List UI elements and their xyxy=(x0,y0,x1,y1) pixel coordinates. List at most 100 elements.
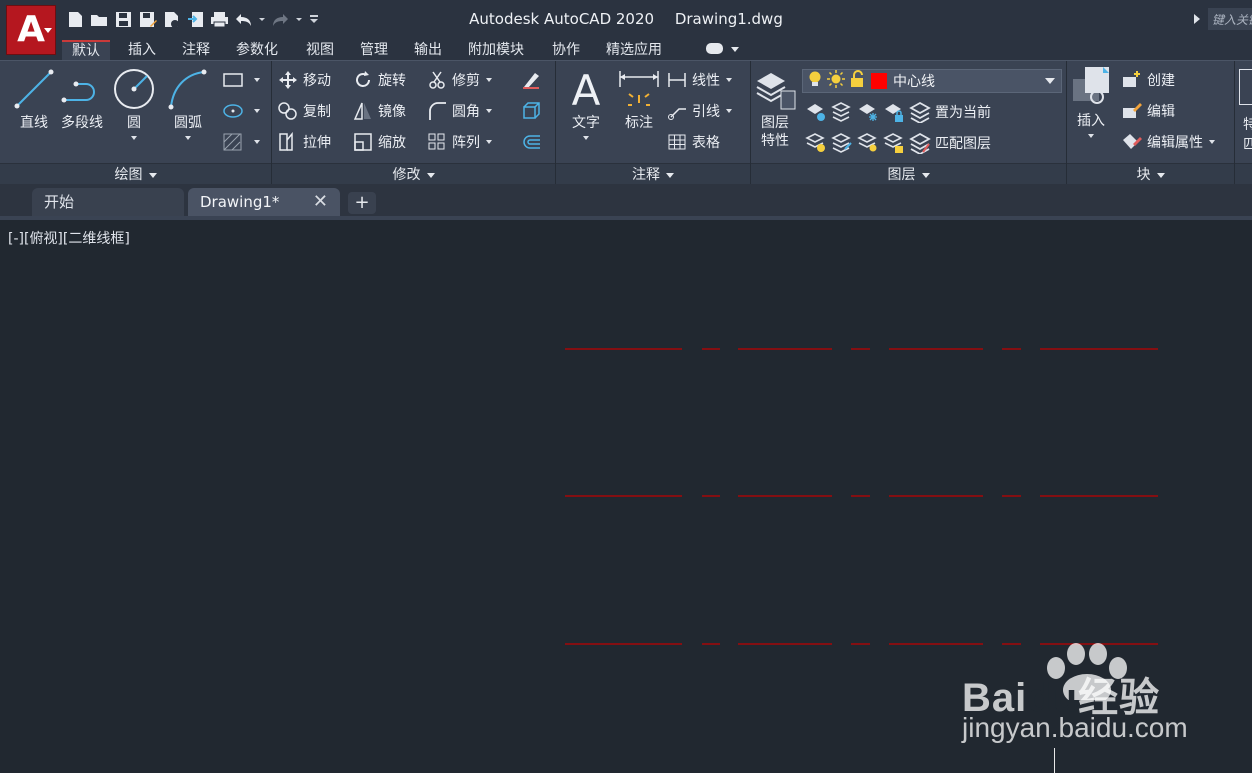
chevron-down-icon[interactable] xyxy=(731,47,739,52)
set-current-icon[interactable] xyxy=(909,101,931,123)
layer-lock-icon[interactable] xyxy=(883,101,905,123)
trim-button[interactable]: 修剪 xyxy=(426,69,492,91)
set-current-label[interactable]: 置为当前 xyxy=(935,102,991,122)
panel-title-layers[interactable]: 图层 xyxy=(751,163,1066,185)
edit-attributes-icon xyxy=(1121,131,1143,153)
circle-icon xyxy=(112,67,156,111)
array-button[interactable]: 阵列 xyxy=(426,131,492,153)
match-layer-icon[interactable] xyxy=(909,132,931,154)
tab-drawing1-label: Drawing1* xyxy=(200,193,280,211)
rectangle-button[interactable] xyxy=(222,69,260,91)
close-icon[interactable]: ✕ xyxy=(313,188,328,216)
line-button[interactable]: 直线 xyxy=(12,67,56,132)
hatch-icon xyxy=(222,131,244,153)
insert-block-button[interactable]: 插入 xyxy=(1069,65,1113,138)
mirror-button[interactable]: 镜像 xyxy=(352,100,406,122)
tab-annotate[interactable]: 注释 xyxy=(172,40,220,60)
expand-arrow-icon[interactable] xyxy=(1194,14,1200,24)
tab-insert[interactable]: 插入 xyxy=(118,40,166,60)
erase-button[interactable] xyxy=(520,69,546,91)
arc-button[interactable]: 圆弧 xyxy=(166,67,210,140)
layer-dropdown[interactable]: 中心线 xyxy=(802,69,1062,93)
tab-view[interactable]: 视图 xyxy=(296,40,344,60)
layer-properties-button[interactable]: 图层 特性 xyxy=(753,67,797,150)
panel-block: 插入 创建 编辑 编辑属性 块 xyxy=(1067,61,1235,185)
new-tab-button[interactable]: + xyxy=(348,192,376,214)
line-icon xyxy=(12,67,56,111)
tab-parametric[interactable]: 参数化 xyxy=(226,40,288,60)
edit-block-button[interactable]: 编辑 xyxy=(1121,100,1175,122)
layer-isolate-icon[interactable] xyxy=(831,101,853,123)
chevron-down-icon[interactable] xyxy=(254,109,260,113)
tab-featured-apps[interactable]: 精选应用 xyxy=(596,40,672,60)
panel-title-properties[interactable] xyxy=(1235,163,1252,185)
scale-button[interactable]: 缩放 xyxy=(352,131,406,153)
cloud-icon[interactable] xyxy=(706,43,723,54)
panel-title-annotation[interactable]: 注释 xyxy=(556,163,750,185)
mirror-icon xyxy=(352,100,374,122)
chevron-down-icon[interactable] xyxy=(254,78,260,82)
chevron-down-icon[interactable] xyxy=(486,109,492,113)
panel-title-draw[interactable]: 绘图 xyxy=(0,163,271,185)
layer-unlock-icon[interactable] xyxy=(883,132,905,154)
arc-label: 圆弧 xyxy=(174,115,202,131)
mirror-label: 镜像 xyxy=(378,104,406,120)
tab-manage[interactable]: 管理 xyxy=(350,40,398,60)
panel-title-modify[interactable]: 修改 xyxy=(272,163,555,185)
rotate-button[interactable]: 旋转 xyxy=(352,69,406,91)
match-layer-label[interactable]: 匹配图层 xyxy=(935,133,991,153)
rectangle-icon xyxy=(222,69,244,91)
properties-icon[interactable] xyxy=(1239,69,1252,105)
ellipse-button[interactable] xyxy=(222,100,260,122)
circle-button[interactable]: 圆 xyxy=(112,67,156,140)
tab-addins[interactable]: 附加模块 xyxy=(458,40,534,60)
tab-start[interactable]: 开始 xyxy=(32,188,184,216)
panel-title-modify-label: 修改 xyxy=(392,167,421,183)
layer-unisolate-icon[interactable] xyxy=(831,132,853,154)
layer-off-icon[interactable] xyxy=(805,101,827,123)
chevron-down-icon[interactable] xyxy=(726,78,732,82)
search-input[interactable]: 键入关键字 xyxy=(1208,8,1252,30)
layer-properties-label-line2: 特性 xyxy=(761,133,789,149)
edit-attributes-label: 编辑属性 xyxy=(1147,135,1203,151)
offset-button[interactable] xyxy=(520,131,546,153)
text-button[interactable]: A 文字 xyxy=(564,67,608,140)
panel-title-block[interactable]: 块 xyxy=(1067,163,1234,185)
chevron-down-icon[interactable] xyxy=(131,136,137,140)
move-button[interactable]: 移动 xyxy=(277,69,331,91)
chevron-down-icon[interactable] xyxy=(486,140,492,144)
layer-thaw-icon[interactable] xyxy=(857,132,879,154)
polyline-button[interactable]: 多段线 xyxy=(60,67,104,132)
create-block-button[interactable]: 创建 xyxy=(1121,69,1175,91)
chevron-down-icon[interactable] xyxy=(726,109,732,113)
panel-title-annotation-label: 注释 xyxy=(632,167,660,183)
explode-button[interactable] xyxy=(520,100,546,122)
chevron-down-icon[interactable] xyxy=(1209,140,1215,144)
eraser-icon xyxy=(520,69,542,91)
tab-collaborate[interactable]: 协作 xyxy=(542,40,590,60)
layer-color-swatch xyxy=(871,73,887,89)
tab-home[interactable]: 默认 xyxy=(62,40,110,60)
table-icon xyxy=(666,131,688,153)
chevron-down-icon[interactable] xyxy=(1088,134,1094,138)
copy-button[interactable]: 复制 xyxy=(277,100,331,122)
stretch-button[interactable]: 拉伸 xyxy=(277,131,331,153)
chevron-down-icon[interactable] xyxy=(486,78,492,82)
table-button[interactable]: 表格 xyxy=(666,131,720,153)
fillet-button[interactable]: 圆角 xyxy=(426,100,492,122)
tab-drawing1[interactable]: Drawing1* ✕ xyxy=(188,188,340,216)
properties-label-line2: 匹 xyxy=(1243,137,1252,153)
dimension-button[interactable]: 标注 xyxy=(617,67,661,132)
panel-title-layers-label: 图层 xyxy=(887,167,916,183)
hatch-button[interactable] xyxy=(222,131,260,153)
chevron-down-icon[interactable] xyxy=(583,136,589,140)
leader-button[interactable]: 引线 xyxy=(666,100,732,122)
tab-output[interactable]: 输出 xyxy=(404,40,452,60)
edit-attributes-button[interactable]: 编辑属性 xyxy=(1121,131,1215,153)
layer-freeze-icon[interactable] xyxy=(857,101,879,123)
chevron-down-icon[interactable] xyxy=(185,136,191,140)
linear-dim-button[interactable]: 线性 xyxy=(666,69,732,91)
application-menu-button[interactable]: A xyxy=(6,5,56,55)
chevron-down-icon[interactable] xyxy=(254,140,260,144)
layer-on-icon[interactable] xyxy=(805,132,827,154)
